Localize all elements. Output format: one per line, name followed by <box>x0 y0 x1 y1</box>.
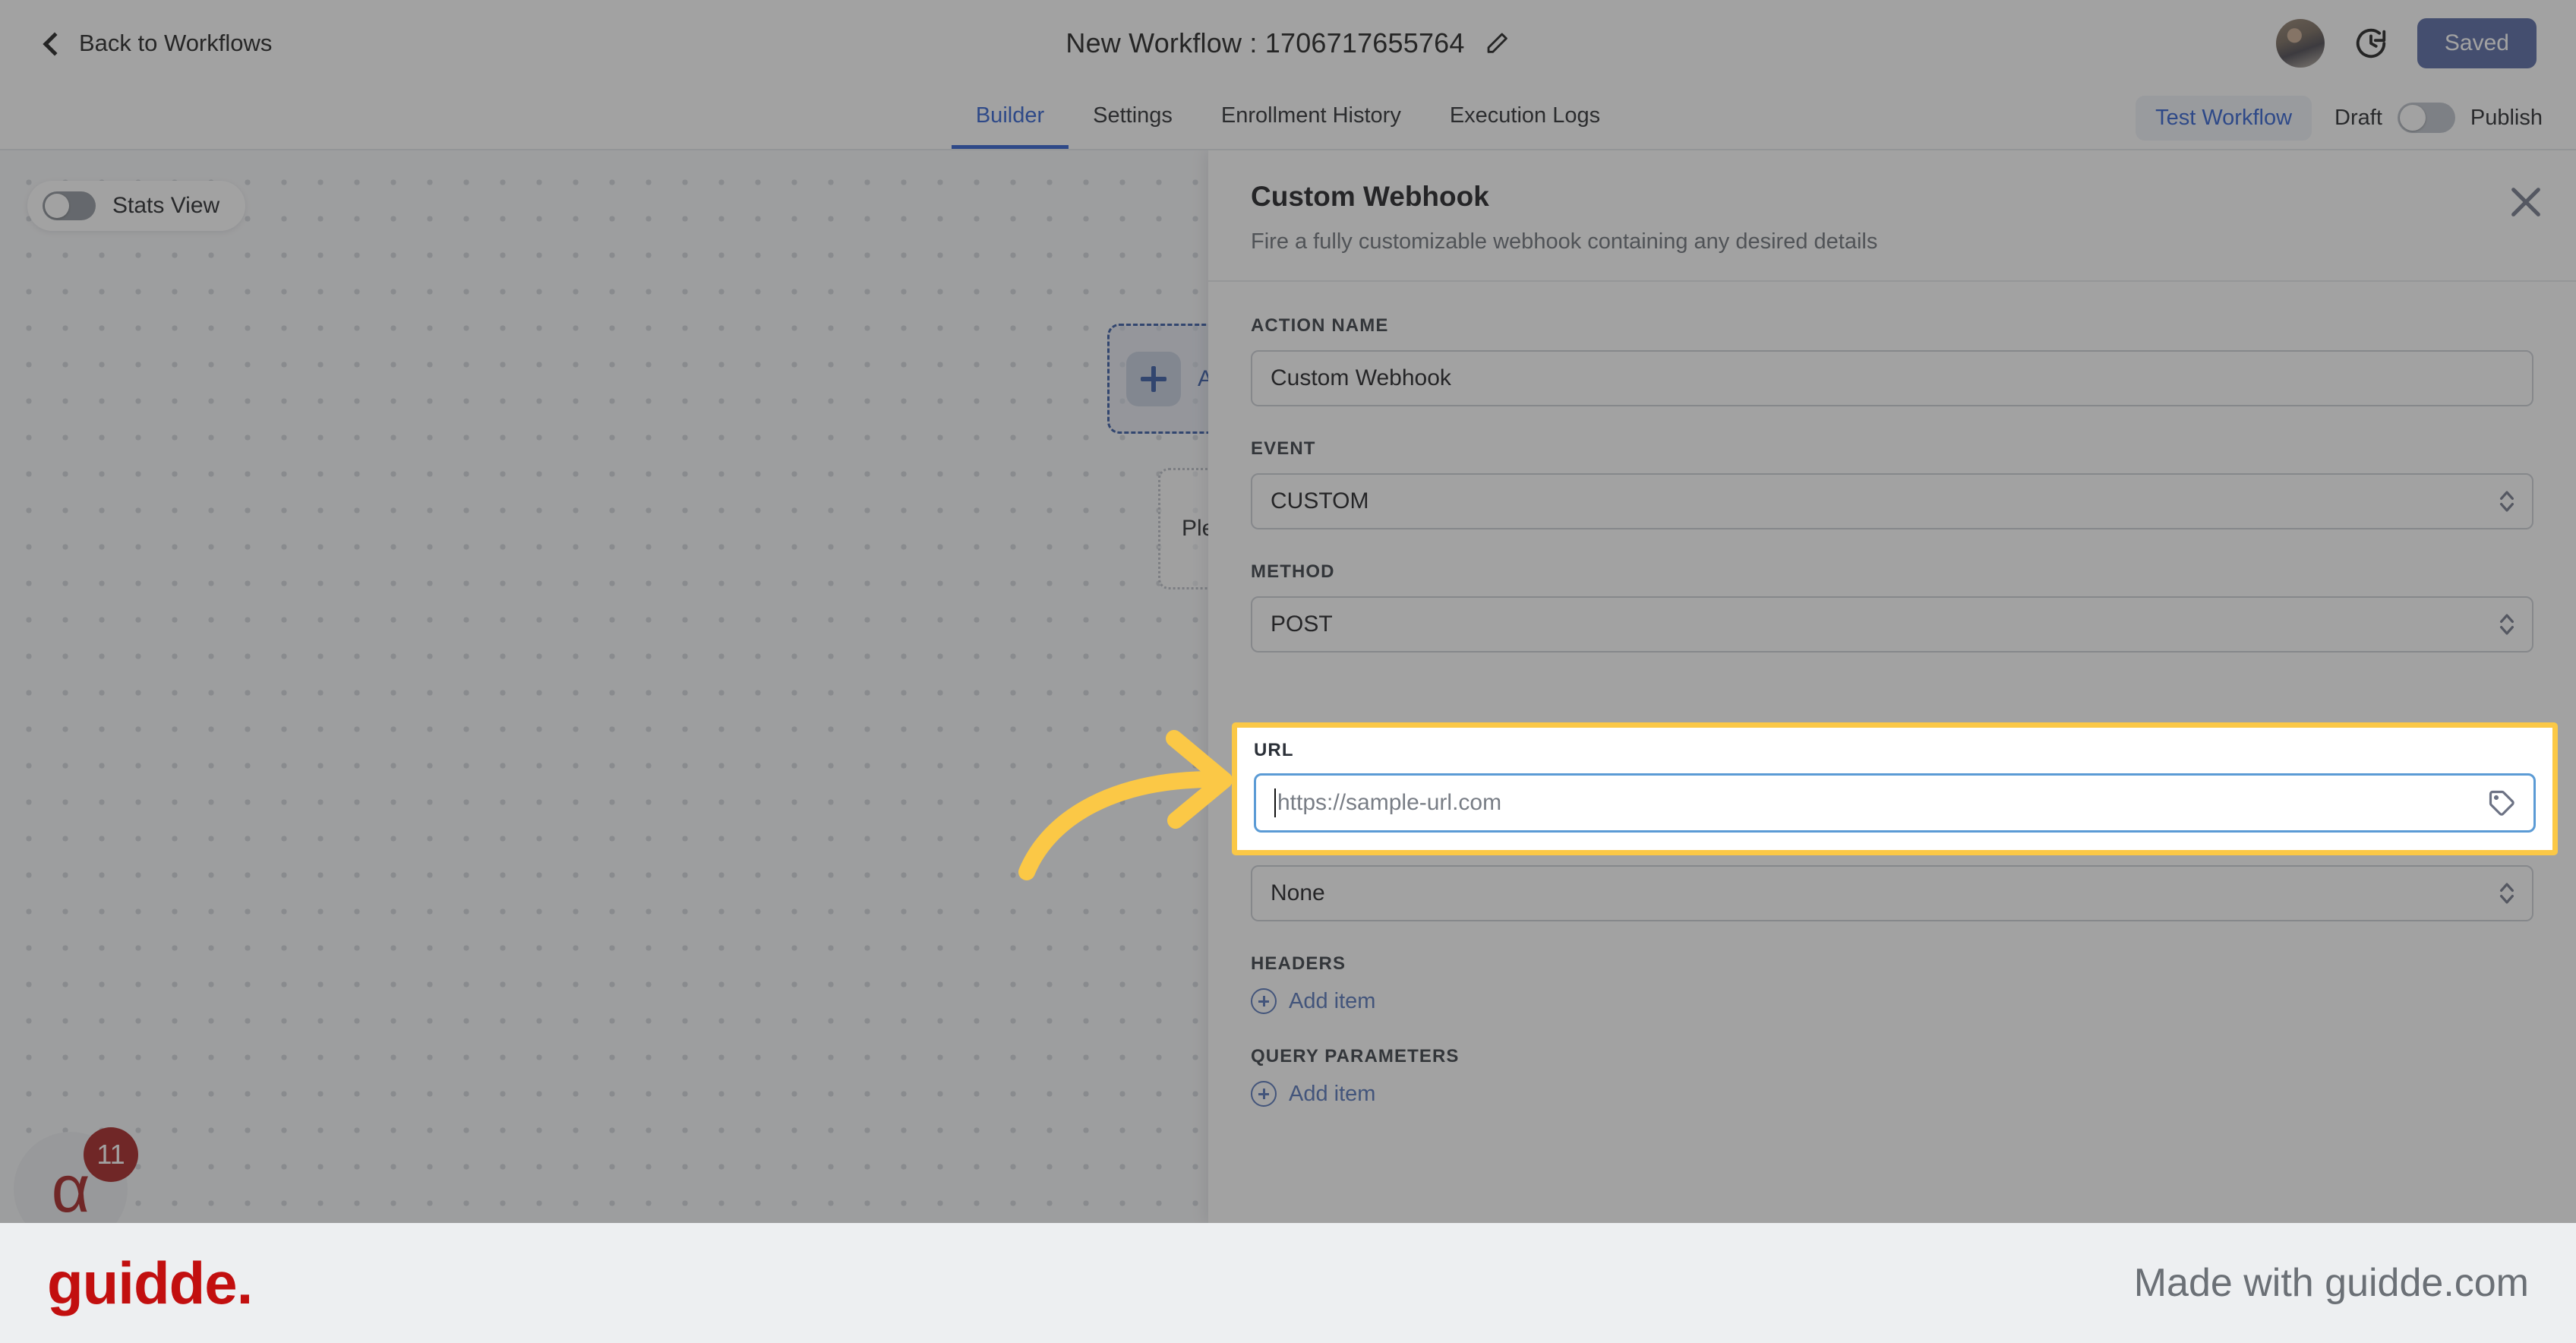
history-button[interactable] <box>2353 26 2388 61</box>
panel-body: ACTION NAME Custom Webhook EVENT CUSTOM <box>1208 282 2576 1107</box>
event-select[interactable]: CUSTOM <box>1251 473 2533 529</box>
authorization-value: None <box>1271 880 1325 905</box>
tab-settings[interactable]: Settings <box>1069 87 1197 149</box>
tag-icon[interactable] <box>2486 788 2517 818</box>
event-value: CUSTOM <box>1271 488 1369 514</box>
url-placeholder: https://sample-url.com <box>1277 790 1502 815</box>
chevron-updown-icon <box>2500 883 2514 904</box>
field-query-parameters: QUERY PARAMETERS Add item <box>1251 1046 2533 1107</box>
url-label: URL <box>1254 740 1294 760</box>
panel-subtitle: Fire a fully customizable webhook contai… <box>1251 229 1878 254</box>
method-select[interactable]: POST <box>1251 596 2533 653</box>
stats-view-toggle[interactable]: Stats View <box>27 181 246 231</box>
back-to-workflows-button[interactable]: Back to Workflows <box>39 30 272 57</box>
headers-add-item-label: Add item <box>1289 988 1376 1013</box>
edit-title-button[interactable] <box>1485 30 1511 56</box>
brand-bar: guidde. Made with guidde.com <box>0 1223 2576 1343</box>
action-name-input[interactable]: Custom Webhook <box>1251 350 2533 406</box>
stats-view-switch[interactable] <box>43 191 96 220</box>
query-parameters-add-item-button[interactable]: Add item <box>1251 1081 2533 1107</box>
tab-execution-logs[interactable]: Execution Logs <box>1425 87 1624 149</box>
headers-label: HEADERS <box>1251 953 1346 974</box>
page-title: New Workflow : 1706717655764 <box>1065 27 1465 58</box>
headers-add-item-button[interactable]: Add item <box>1251 988 2533 1014</box>
application-window: Back to Workflows New Workflow : 1706717… <box>0 0 2576 1223</box>
url-input[interactable]: https://sample-url.com <box>1254 773 2536 833</box>
url-field-highlight: URL https://sample-url.com <box>1232 722 2558 855</box>
tab-enrollment-history[interactable]: Enrollment History <box>1197 87 1425 149</box>
tab-bar-actions: Test Workflow Draft Publish <box>2136 87 2543 149</box>
authorization-select[interactable]: None <box>1251 865 2533 921</box>
action-name-label: ACTION NAME <box>1251 315 1389 336</box>
chevron-updown-icon <box>2500 614 2514 635</box>
notification-glyph: α <box>51 1151 90 1223</box>
back-to-workflows-label: Back to Workflows <box>79 30 273 56</box>
action-name-value: Custom Webhook <box>1271 365 1451 390</box>
method-value: POST <box>1271 611 1333 637</box>
field-method: METHOD POST <box>1251 561 2533 653</box>
top-bar: Back to Workflows New Workflow : 1706717… <box>0 0 2576 87</box>
event-label: EVENT <box>1251 438 1316 459</box>
field-action-name: ACTION NAME Custom Webhook <box>1251 315 2533 406</box>
chevron-updown-icon <box>2500 491 2514 512</box>
text-caret <box>1274 788 1276 817</box>
close-icon[interactable] <box>2505 181 2547 223</box>
toggle-knob <box>45 194 69 218</box>
field-headers: HEADERS Add item <box>1251 953 2533 1014</box>
tab-list: Builder Settings Enrollment History Exec… <box>951 87 1624 149</box>
chevron-left-icon <box>39 32 62 55</box>
query-parameters-add-item-label: Add item <box>1289 1081 1376 1106</box>
plus-circle-icon <box>1251 1081 1277 1107</box>
query-parameters-label: QUERY PARAMETERS <box>1251 1046 1460 1066</box>
notification-count-badge: 11 <box>84 1127 138 1182</box>
panel-title: Custom Webhook <box>1251 181 1489 212</box>
workflow-canvas[interactable]: Stats View Add Ple α 11 Custom Webhook F… <box>0 150 2576 1223</box>
made-with-label: Made with guidde.com <box>2133 1261 2529 1305</box>
action-config-panel: Custom Webhook Fire a fully customizable… <box>1208 150 2576 1223</box>
guidde-logo: guidde. <box>47 1249 253 1316</box>
notification-widget[interactable]: α 11 <box>14 1127 138 1223</box>
method-label: METHOD <box>1251 561 1335 582</box>
test-workflow-button[interactable]: Test Workflow <box>2136 95 2312 141</box>
toggle-knob <box>2399 105 2426 131</box>
workflow-title-group: New Workflow : 1706717655764 <box>1065 27 1510 59</box>
tab-bar: Builder Settings Enrollment History Exec… <box>0 87 2576 150</box>
stats-view-label: Stats View <box>112 193 220 218</box>
publish-toggle[interactable] <box>2397 103 2455 133</box>
top-bar-actions: Saved <box>2275 18 2537 68</box>
avatar[interactable] <box>2275 19 2325 68</box>
publish-label: Publish <box>2470 105 2543 130</box>
plus-icon <box>1126 351 1181 406</box>
draft-label: Draft <box>2334 105 2382 130</box>
saved-button[interactable]: Saved <box>2417 18 2537 68</box>
field-event: EVENT CUSTOM <box>1251 438 2533 529</box>
publish-toggle-group: Draft Publish <box>2334 103 2543 133</box>
panel-header: Custom Webhook Fire a fully customizable… <box>1208 150 2576 280</box>
tab-builder[interactable]: Builder <box>951 87 1069 149</box>
plus-circle-icon <box>1251 988 1277 1014</box>
